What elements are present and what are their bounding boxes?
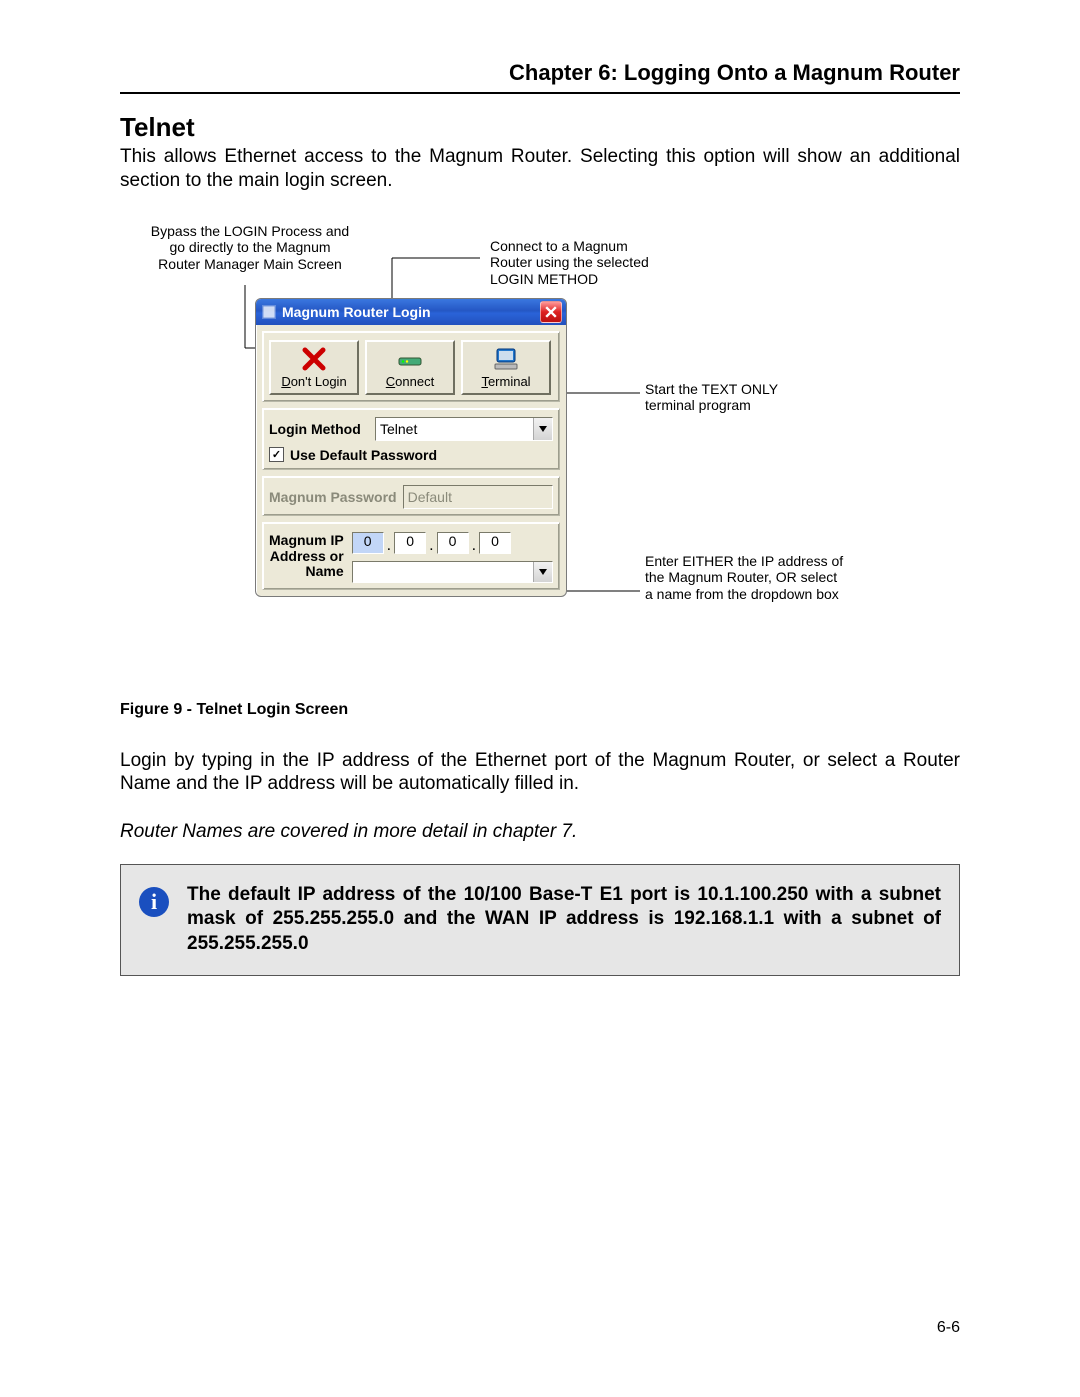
ip-panel: Magnum IP Address or Name 0 . 0 . 0 . 0	[262, 522, 560, 590]
x-icon	[273, 346, 355, 372]
post-figure-p2: Router Names are covered in more detail …	[120, 820, 960, 844]
use-default-password-label: Use Default Password	[290, 447, 437, 463]
login-window: Magnum Router Login Don't Login	[255, 298, 567, 597]
titlebar[interactable]: Magnum Router Login	[256, 299, 566, 325]
ip-dot: .	[426, 531, 436, 555]
login-method-select[interactable]: Telnet	[375, 417, 553, 441]
close-button[interactable]	[540, 301, 562, 323]
figure-area: Bypass the LOGIN Process and go directly…	[120, 223, 960, 693]
modem-icon	[369, 346, 451, 372]
app-icon	[262, 305, 276, 319]
callout-ip-entry: Enter EITHER the IP address of the Magnu…	[645, 553, 845, 603]
password-field: Default	[403, 485, 553, 509]
close-icon	[545, 306, 557, 318]
ip-dot: .	[469, 531, 479, 555]
ip-octet-2[interactable]: 0	[394, 532, 426, 554]
terminal-label: erminal	[488, 374, 531, 389]
info-icon: i	[139, 887, 169, 917]
callout-bypass: Bypass the LOGIN Process and go directly…	[150, 223, 350, 273]
dont-login-label: on't Login	[291, 374, 347, 389]
dont-login-button[interactable]: Don't Login	[269, 340, 359, 395]
info-box: i The default IP address of the 10/100 B…	[120, 864, 960, 976]
password-value: Default	[408, 489, 452, 505]
ip-dot: .	[384, 531, 394, 555]
chevron-down-icon	[533, 418, 552, 440]
button-panel: Don't Login Connect Terminal	[262, 331, 560, 402]
info-text: The default IP address of the 10/100 Bas…	[187, 883, 941, 957]
password-label: Magnum Password	[269, 489, 397, 505]
use-default-password-checkbox[interactable]: ✓	[269, 447, 284, 462]
login-method-panel: Login Method Telnet ✓ Use Default Passwo…	[262, 408, 560, 470]
ip-octet-4[interactable]: 0	[479, 532, 511, 554]
page-number: 6-6	[937, 1319, 960, 1337]
ip-label: Magnum IP Address or Name	[269, 533, 344, 579]
section-intro: This allows Ethernet access to the Magnu…	[120, 145, 960, 193]
figure-caption: Figure 9 - Telnet Login Screen	[120, 701, 960, 719]
ip-octet-3[interactable]: 0	[437, 532, 469, 554]
login-method-label: Login Method	[269, 421, 369, 437]
ip-octet-1[interactable]: 0	[352, 532, 384, 554]
chevron-down-icon	[533, 562, 552, 582]
connect-label: onnect	[395, 374, 434, 389]
window-title: Magnum Router Login	[282, 304, 540, 320]
callout-connect: Connect to a Magnum Router using the sel…	[490, 238, 660, 288]
section-title: Telnet	[120, 112, 960, 143]
login-method-value: Telnet	[380, 421, 417, 437]
name-select[interactable]	[352, 561, 553, 583]
password-panel: Magnum Password Default	[262, 476, 560, 516]
chapter-heading: Chapter 6: Logging Onto a Magnum Router	[120, 60, 960, 86]
callout-terminal: Start the TEXT ONLY terminal program	[645, 381, 825, 415]
header-rule	[120, 92, 960, 94]
post-figure-p1: Login by typing in the IP address of the…	[120, 749, 960, 797]
connect-button[interactable]: Connect	[365, 340, 455, 395]
terminal-button[interactable]: Terminal	[461, 340, 551, 395]
terminal-icon	[465, 346, 547, 372]
